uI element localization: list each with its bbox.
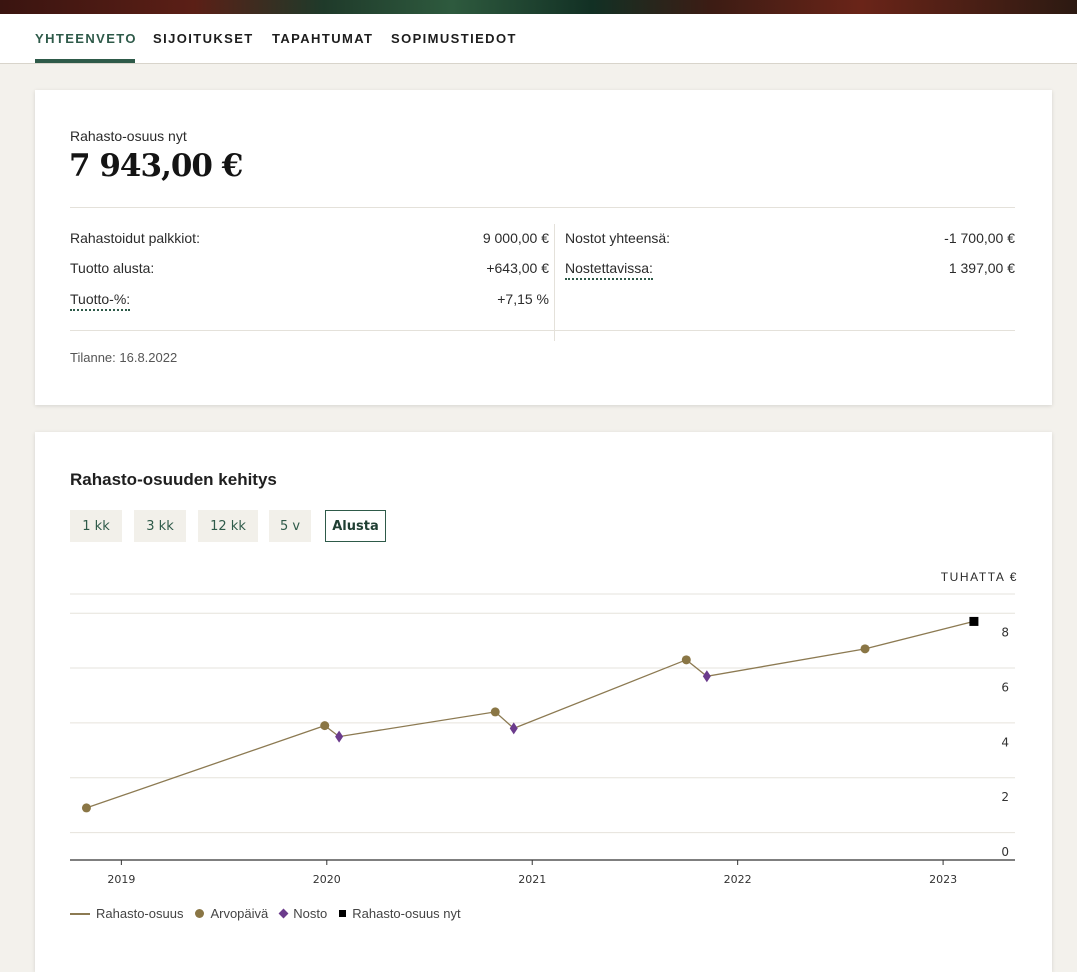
square-swatch-icon xyxy=(339,910,347,917)
development-chart: 0 2 4 6 8 2019 2020 2021 2022 2023 xyxy=(70,593,1015,886)
line-swatch-icon xyxy=(70,912,90,915)
legend-label-square: Rahasto-osuus nyt xyxy=(352,906,461,921)
divider xyxy=(70,207,1015,208)
dot-swatch-icon xyxy=(195,909,205,918)
legend-item-line: Rahasto-osuus xyxy=(70,906,183,921)
withdrawal-point xyxy=(509,722,518,735)
x-tick-label: 2021 xyxy=(518,873,546,886)
series-line-rahasto-osuus xyxy=(86,620,975,809)
summary-card: Rahasto-osuus nyt 7 943,00 € Rahastoidut… xyxy=(35,90,1052,405)
y-tick-label: 6 xyxy=(1001,680,1009,694)
value-tuotto-prosentti: +7,15 % xyxy=(497,291,549,307)
tab-bar: YHTEENVETO SIJOITUKSET TAPAHTUMAT SOPIMU… xyxy=(0,14,1077,64)
x-tick-label: 2019 xyxy=(107,873,135,886)
legend-item-diamond: Nosto xyxy=(278,906,328,921)
valuation-point xyxy=(490,707,500,717)
legend-item-dot: Arvopäivä xyxy=(195,906,268,921)
label-nostot-yhteensa: Nostot yhteensä: xyxy=(565,230,671,246)
current-value-label: Rahasto-osuus nyt xyxy=(70,128,187,144)
tab-sijoitukset[interactable]: SIJOITUKSET xyxy=(153,31,254,46)
legend-label-diamond: Nosto xyxy=(293,906,328,921)
value-tuotto-alusta: +643,00 € xyxy=(486,260,549,276)
value-nostettavissa: 1 397,00 € xyxy=(948,260,1015,276)
y-tick-label: 8 xyxy=(1001,626,1009,640)
current-value-point xyxy=(969,616,979,626)
withdrawal-point xyxy=(335,730,344,743)
legend-label-line: Rahasto-osuus xyxy=(96,906,184,921)
y-tick-label: 0 xyxy=(1001,845,1009,859)
tab-yhteenveto[interactable]: YHTEENVETO xyxy=(35,31,137,46)
current-value: 7 943,00 € xyxy=(69,148,243,184)
divider xyxy=(70,330,1015,331)
withdrawal-point xyxy=(702,670,711,683)
x-tick-label: 2023 xyxy=(929,873,957,886)
value-nostot-yhteensa: -1 700,00 € xyxy=(944,230,1015,246)
active-tab-indicator xyxy=(35,59,135,63)
diamond-swatch-icon xyxy=(278,908,289,919)
legend-item-square: Rahasto-osuus nyt xyxy=(339,906,461,921)
x-tick-label: 2022 xyxy=(724,873,752,886)
status-date: Tilanne: 16.8.2022 xyxy=(70,350,178,365)
y-tick-label: 2 xyxy=(1001,790,1009,804)
tab-tapahtumat[interactable]: TAPAHTUMAT xyxy=(272,31,373,46)
tab-sopimustiedot[interactable]: SOPIMUSTIEDOT xyxy=(391,31,517,46)
y-tick-label: 4 xyxy=(1001,735,1009,749)
valuation-point xyxy=(320,721,330,731)
chart-card: Rahasto-osuuden kehitys 1 kk 3 kk 12 kk … xyxy=(35,432,1052,972)
label-nostettavissa-tooltip[interactable]: Nostettavissa: xyxy=(565,260,653,280)
hero-image-strip xyxy=(0,0,1077,14)
column-divider xyxy=(554,224,555,341)
chart-legend: Rahasto-osuus Arvopäivä Nosto Rahasto-os… xyxy=(70,906,473,921)
label-tuotto-alusta: Tuotto alusta: xyxy=(70,260,155,276)
label-rahastoidut-palkkiot: Rahastoidut palkkiot: xyxy=(70,230,200,246)
label-tuotto-prosentti-tooltip[interactable]: Tuotto-%: xyxy=(70,291,131,311)
legend-label-dot: Arvopäivä xyxy=(210,906,269,921)
valuation-point xyxy=(81,803,91,813)
x-tick-label: 2020 xyxy=(313,873,341,886)
value-rahastoidut-palkkiot: 9 000,00 € xyxy=(482,230,549,246)
valuation-point xyxy=(681,655,691,665)
valuation-point xyxy=(860,644,870,654)
